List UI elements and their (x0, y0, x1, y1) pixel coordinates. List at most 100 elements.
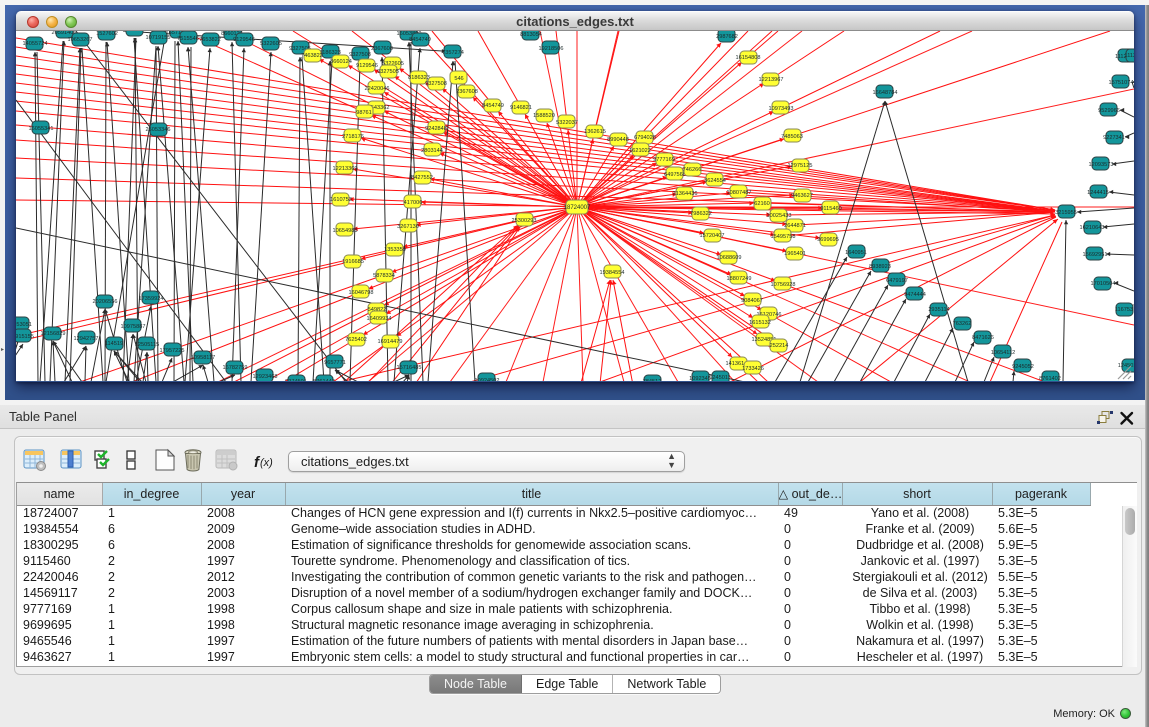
svg-text:16210643: 16210643 (1080, 225, 1105, 231)
svg-text:9777169: 9777169 (653, 157, 675, 163)
svg-text:1733426: 1733426 (742, 366, 764, 372)
svg-text:1588520: 1588520 (533, 113, 555, 119)
svg-text:1916685: 1916685 (342, 259, 364, 265)
svg-text:8427552: 8427552 (411, 175, 433, 181)
svg-text:25300293: 25300293 (512, 218, 537, 224)
svg-text:98761: 98761 (356, 110, 372, 116)
svg-text:12975125: 12975125 (788, 163, 813, 169)
svg-text:7463822: 7463822 (301, 53, 323, 59)
svg-text:16782759: 16782759 (223, 365, 248, 371)
svg-text:16648784: 16648784 (873, 90, 898, 96)
svg-text:9227341: 9227341 (1103, 135, 1125, 141)
svg-text:62160: 62160 (754, 201, 770, 207)
svg-text:8454749: 8454749 (482, 103, 504, 109)
svg-text:7986322: 7986322 (690, 211, 712, 217)
svg-text:9529966: 9529966 (1098, 108, 1120, 114)
svg-text:10654112: 10654112 (991, 350, 1015, 356)
svg-text:2367608: 2367608 (371, 46, 393, 52)
svg-text:1244415: 1244415 (1087, 190, 1109, 196)
svg-text:10653267: 10653267 (68, 37, 93, 43)
svg-text:1112541: 1112541 (1125, 53, 1134, 59)
svg-text:9327508: 9327508 (349, 52, 371, 58)
svg-text:10756928: 10756928 (771, 282, 796, 288)
svg-text:7625402: 7625402 (345, 337, 367, 343)
svg-text:9146821: 9146821 (510, 105, 532, 111)
svg-text:5878334: 5878334 (373, 273, 395, 279)
svg-text:252214: 252214 (770, 343, 789, 349)
svg-text:15692951: 15692951 (1083, 252, 1108, 258)
svg-text:17957225: 17957225 (160, 348, 185, 354)
svg-text:784512: 784512 (643, 379, 662, 381)
svg-text:1362615: 1362615 (584, 129, 606, 135)
svg-text:8813054: 8813054 (520, 32, 542, 38)
svg-text:17359924: 17359924 (139, 296, 164, 302)
svg-text:(x): (x) (260, 457, 273, 469)
svg-text:16154808: 16154808 (736, 55, 761, 61)
svg-text:2803144: 2803144 (421, 148, 443, 154)
svg-text:8761402: 8761402 (1039, 376, 1061, 381)
svg-text:417006: 417006 (404, 200, 423, 206)
svg-text:9657771: 9657771 (324, 360, 346, 366)
svg-text:1965401: 1965401 (784, 251, 806, 257)
svg-text:1527602: 1527602 (96, 31, 118, 37)
svg-text:12505115: 12505115 (135, 342, 159, 348)
svg-text:5322605: 5322605 (260, 41, 282, 47)
svg-text:12923468: 12923468 (253, 374, 278, 380)
svg-text:20206556: 20206556 (93, 299, 118, 305)
svg-text:10924502: 10924502 (475, 378, 500, 381)
svg-text:9242848: 9242848 (425, 126, 447, 132)
svg-text:17010504: 17010504 (1091, 281, 1116, 287)
svg-text:116753: 116753 (1115, 307, 1133, 313)
svg-text:2935114: 2935114 (928, 307, 949, 313)
svg-text:12213967: 12213967 (759, 77, 784, 83)
svg-text:6794028: 6794028 (634, 135, 656, 141)
svg-text:2718176: 2718176 (342, 134, 364, 140)
svg-text:10688609: 10688609 (717, 255, 742, 261)
svg-text:763262: 763262 (953, 321, 972, 327)
svg-text:12156829: 12156829 (41, 331, 66, 337)
svg-text:7653822: 7653822 (199, 37, 221, 43)
svg-text:7485063: 7485063 (781, 134, 803, 140)
svg-text:9274501: 9274501 (285, 379, 307, 381)
svg-text:16055341: 16055341 (29, 126, 54, 132)
svg-text:3915155: 3915155 (16, 334, 34, 340)
svg-text:10958117: 10958117 (191, 355, 215, 361)
svg-text:10025433: 10025433 (767, 213, 792, 219)
svg-text:15495758: 15495758 (771, 234, 796, 240)
svg-text:9245052: 9245052 (1012, 364, 1034, 370)
svg-text:12093573: 12093573 (1089, 162, 1114, 168)
svg-text:18724007: 18724007 (564, 205, 591, 211)
svg-text:22420046: 22420046 (365, 86, 390, 92)
svg-text:15716485: 15716485 (397, 365, 422, 371)
svg-text:10807487: 10807487 (727, 190, 752, 196)
svg-text:9327508: 9327508 (425, 81, 447, 87)
svg-text:2987682: 2987682 (716, 34, 738, 40)
svg-text:10654983: 10654983 (333, 228, 358, 234)
svg-text:6466160: 6466160 (124, 31, 146, 33)
svg-text:9129546: 9129546 (356, 63, 378, 69)
svg-text:8454749: 8454749 (409, 37, 431, 43)
svg-text:546: 546 (454, 76, 463, 82)
svg-text:8660124: 8660124 (330, 59, 352, 65)
svg-text:8471626: 8471626 (972, 335, 994, 341)
svg-text:19218506: 19218506 (539, 46, 564, 52)
svg-text:9699695: 9699695 (817, 237, 839, 243)
svg-text:5322037: 5322037 (556, 120, 578, 126)
svg-text:1640951: 1640951 (845, 250, 867, 256)
svg-text:25053346: 25053346 (146, 127, 171, 133)
svg-text:9245011: 9245011 (709, 375, 730, 381)
svg-text:3215955: 3215955 (1055, 210, 1077, 216)
svg-text:1092345: 1092345 (689, 376, 711, 381)
svg-text:746266: 746266 (683, 167, 702, 173)
svg-text:9463627: 9463627 (791, 193, 813, 199)
svg-text:1621022: 1621022 (629, 148, 651, 154)
svg-text:1353051: 1353051 (16, 322, 32, 328)
svg-text:9129546: 9129546 (233, 37, 255, 43)
svg-text:12450112: 12450112 (1118, 363, 1134, 369)
svg-text:114519: 114519 (105, 341, 123, 347)
svg-text:10973493: 10973493 (769, 106, 794, 112)
svg-text:7515546: 7515546 (177, 36, 199, 42)
svg-text:16409934: 16409934 (367, 316, 392, 322)
svg-text:9327505: 9327505 (377, 69, 399, 75)
svg-text:15751074: 15751074 (1109, 80, 1134, 86)
